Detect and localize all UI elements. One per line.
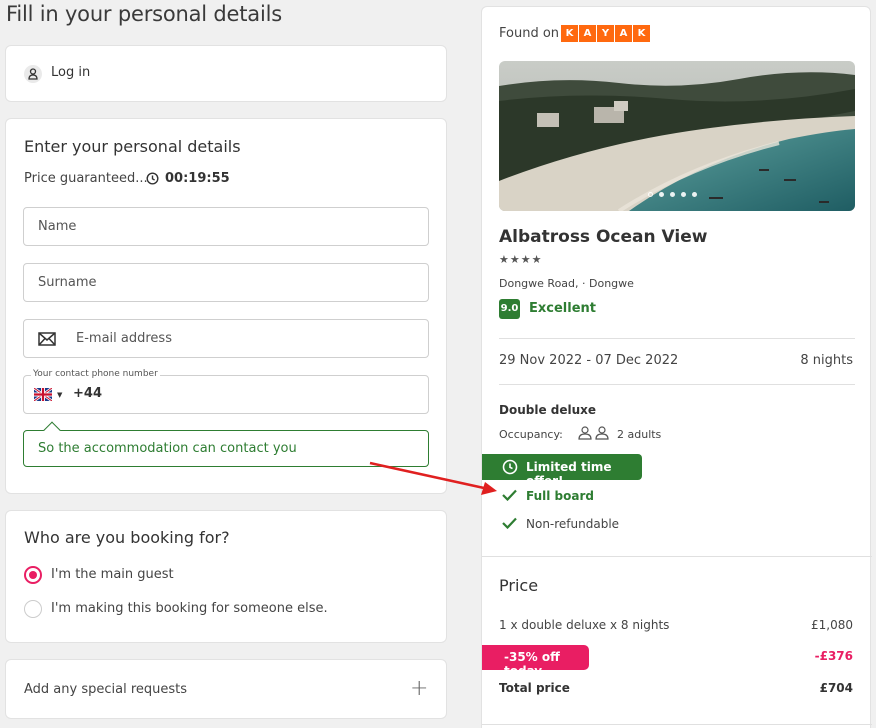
user-icon <box>24 65 42 83</box>
found-on-text: Found on <box>499 26 560 41</box>
star-rating: ★★★★ <box>499 253 543 266</box>
occupancy-label: Occupancy: <box>499 428 563 441</box>
kayak-letter: Y <box>597 25 614 42</box>
booking-for-heading: Who are you booking for? <box>24 528 230 547</box>
adults-icon <box>578 426 609 440</box>
phone-field-label: Your contact phone number <box>31 369 160 379</box>
country-dropdown-caret-icon[interactable]: ▼ <box>57 391 62 399</box>
divider <box>499 338 855 339</box>
section-divider <box>482 556 872 557</box>
envelope-icon <box>38 332 56 346</box>
limited-offer-text: Limited time offer! <box>526 460 612 488</box>
special-requests-card[interactable]: Add any special requests + <box>5 659 447 719</box>
personal-details-heading: Enter your personal details <box>24 137 241 156</box>
someone-else-label[interactable]: I'm making this booking for someone else… <box>51 601 328 616</box>
total-price-label: Total price <box>499 681 570 695</box>
clock-icon <box>146 172 159 185</box>
hotel-address: Dongwe Road, · Dongwe <box>499 277 634 290</box>
special-requests-label[interactable]: Add any special requests <box>24 682 187 697</box>
kayak-logo: K A Y A K <box>561 25 650 42</box>
phone-hint-text: So the accommodation can contact you <box>38 441 297 456</box>
review-score-badge: 9.0 <box>499 299 520 319</box>
review-score-label: Excellent <box>529 301 596 316</box>
kayak-letter: A <box>615 25 632 42</box>
carousel-dots[interactable] <box>648 192 697 197</box>
discount-value: -£376 <box>814 649 853 663</box>
main-guest-radio[interactable] <box>24 566 42 584</box>
clock-icon <box>502 459 518 475</box>
countdown-timer: 00:19:55 <box>165 171 230 186</box>
stay-dates: 29 Nov 2022 - 07 Dec 2022 <box>499 353 679 368</box>
price-heading: Price <box>499 576 539 595</box>
carousel-dot[interactable] <box>681 192 686 197</box>
login-link[interactable]: Log in <box>51 65 90 80</box>
personal-details-card: Enter your personal details Price guaran… <box>5 118 447 494</box>
price-line-value: £1,080 <box>811 618 853 632</box>
plus-icon[interactable]: + <box>410 676 428 701</box>
beach-image <box>499 61 855 211</box>
email-field[interactable]: E-mail address <box>23 319 429 358</box>
check-icon <box>502 517 517 529</box>
total-price-value: £704 <box>819 681 853 695</box>
kayak-letter: K <box>561 25 578 42</box>
email-placeholder: E-mail address <box>76 331 172 346</box>
carousel-dot[interactable] <box>692 192 697 197</box>
discount-badge: -35% off today <box>482 645 589 678</box>
name-placeholder: Name <box>38 219 77 234</box>
someone-else-radio[interactable] <box>24 600 42 618</box>
phone-hint-tooltip: So the accommodation can contact you <box>23 421 429 467</box>
page-title: Fill in your personal details <box>6 2 282 26</box>
discount-label: -35% off today <box>504 650 560 678</box>
kayak-letter: A <box>579 25 596 42</box>
hotel-name: Albatross Ocean View <box>499 227 708 247</box>
room-type: Double deluxe <box>499 403 597 417</box>
carousel-dot[interactable] <box>648 192 653 197</box>
booking-summary-card: Found on K A Y A K Albatross Ocean View … <box>481 6 872 728</box>
divider <box>499 384 855 385</box>
name-field[interactable]: Name <box>23 207 429 246</box>
section-divider <box>482 724 872 725</box>
tooltip-pointer <box>43 421 61 439</box>
perk-non-refundable: Non-refundable <box>526 517 620 531</box>
phone-prefix: +44 <box>73 386 102 401</box>
surname-placeholder: Surname <box>38 275 97 290</box>
phone-field[interactable]: Your contact phone number ▼ +44 <box>23 369 429 414</box>
hotel-photo[interactable] <box>499 61 855 211</box>
occupancy-value: 2 adults <box>617 428 662 441</box>
booking-for-card: Who are you booking for? I'm the main gu… <box>5 510 447 643</box>
surname-field[interactable]: Surname <box>23 263 429 302</box>
carousel-dot[interactable] <box>670 192 675 197</box>
nights-count: 8 nights <box>800 353 853 368</box>
check-icon <box>502 489 517 501</box>
price-line-label: 1 x double deluxe x 8 nights <box>499 618 670 632</box>
perk-full-board: Full board <box>526 489 594 503</box>
login-card[interactable]: Log in <box>5 45 447 102</box>
uk-flag-icon[interactable] <box>34 388 52 401</box>
price-guaranteed-text: Price guaranteed... <box>24 171 148 186</box>
kayak-letter: K <box>633 25 650 42</box>
main-guest-label[interactable]: I'm the main guest <box>51 567 174 582</box>
carousel-dot[interactable] <box>659 192 664 197</box>
limited-offer-badge: Limited time offer! <box>482 454 642 488</box>
